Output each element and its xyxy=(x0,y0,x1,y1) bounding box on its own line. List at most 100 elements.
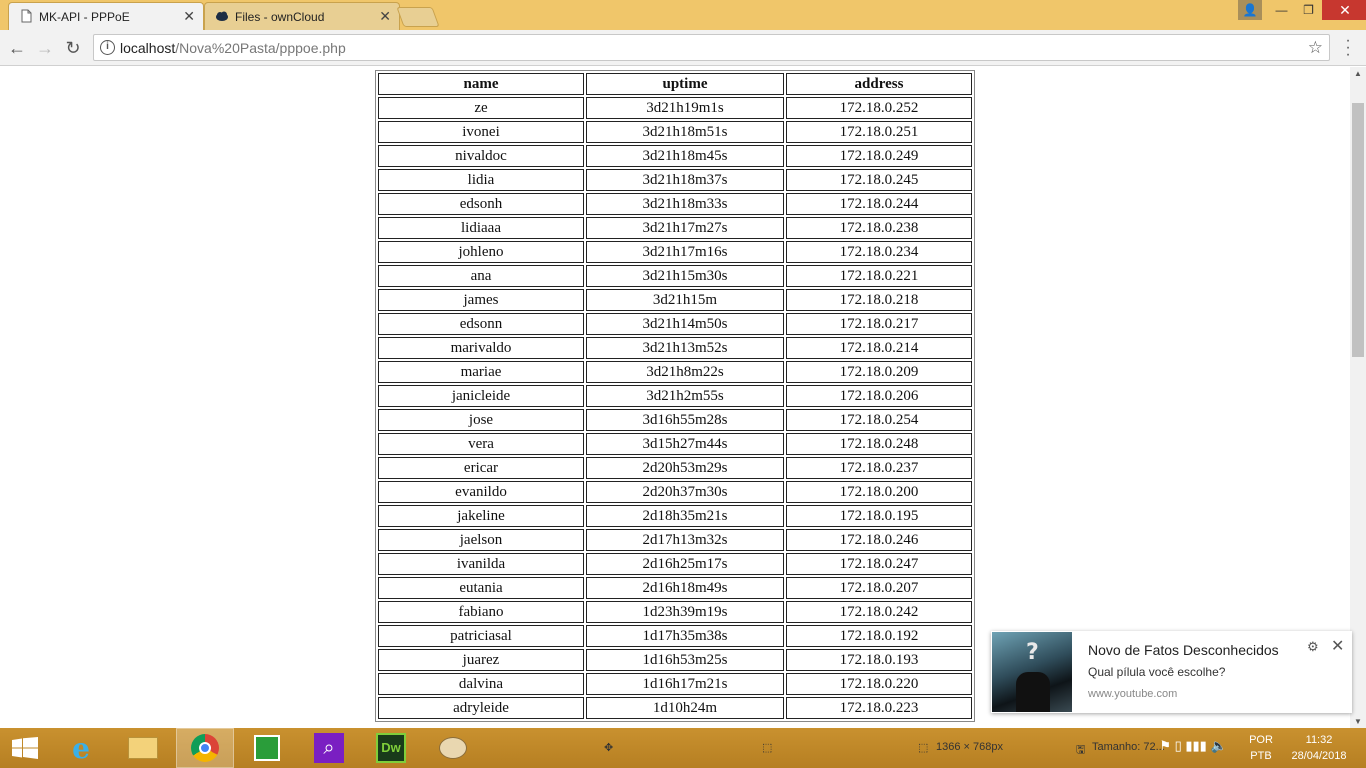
cell-name: eutania xyxy=(378,577,584,599)
cell-uptime: 1d10h24m xyxy=(586,697,784,719)
table-row: ana 3d21h15m30s 172.18.0.221 xyxy=(378,265,972,287)
table-row: edsonh 3d21h18m33s 172.18.0.244 xyxy=(378,193,972,215)
dreamweaver-icon[interactable]: Dw xyxy=(362,728,420,768)
cell-name: patriciasal xyxy=(378,625,584,647)
clock-time: 11:32 xyxy=(1305,734,1333,746)
cell-uptime: 2d16h18m49s xyxy=(586,577,784,599)
cell-name: adryleide xyxy=(378,697,584,719)
cell-address: 172.18.0.238 xyxy=(786,217,972,239)
table-row: juarez 1d16h53m25s 172.18.0.193 xyxy=(378,649,972,671)
tab-mk-api[interactable]: MK-API - PPPoE ✕ xyxy=(8,2,204,30)
cell-uptime: 2d16h25m17s xyxy=(586,553,784,575)
cell-uptime: 3d16h55m28s xyxy=(586,409,784,431)
column-header-uptime: uptime xyxy=(586,73,784,95)
cell-uptime: 3d21h18m33s xyxy=(586,193,784,215)
cell-uptime: 2d20h37m30s xyxy=(586,481,784,503)
scroll-down-icon[interactable]: ▼ xyxy=(1354,717,1362,726)
cell-address: 172.18.0.195 xyxy=(786,505,972,527)
table-row: ivanilda 2d16h25m17s 172.18.0.247 xyxy=(378,553,972,575)
cell-address: 172.18.0.214 xyxy=(786,337,972,359)
table-row: ericar 2d20h53m29s 172.18.0.237 xyxy=(378,457,972,479)
clock[interactable]: 11:32 28/04/2018 xyxy=(1284,728,1354,768)
close-icon[interactable]: ✕ xyxy=(1331,636,1344,656)
keyboard-text: PTB xyxy=(1250,750,1272,762)
scrollbar-thumb[interactable] xyxy=(1352,103,1364,357)
cell-name: ivanilda xyxy=(378,553,584,575)
url-text: localhost/Nova%20Pasta/pppoe.php xyxy=(120,40,346,56)
cell-address: 172.18.0.223 xyxy=(786,697,972,719)
screen-size-text: 1366 × 768px xyxy=(936,741,1003,753)
question-mark-icon: ? xyxy=(1026,640,1039,665)
column-header-name: name xyxy=(378,73,584,95)
cell-name: edsonh xyxy=(378,193,584,215)
column-header-address: address xyxy=(786,73,972,95)
cell-uptime: 3d21h17m27s xyxy=(586,217,784,239)
close-window-icon[interactable]: ✕ xyxy=(1322,0,1366,20)
table-row: ze 3d21h19m1s 172.18.0.252 xyxy=(378,97,972,119)
bookmark-star-icon[interactable]: ☆ xyxy=(1308,38,1323,58)
close-tab-icon[interactable]: ✕ xyxy=(379,8,391,25)
table-row: marivaldo 3d21h13m52s 172.18.0.214 xyxy=(378,337,972,359)
url-path: /Nova%20Pasta/pppoe.php xyxy=(175,40,346,56)
new-tab-button[interactable] xyxy=(396,7,440,27)
cell-name: jakeline xyxy=(378,505,584,527)
reload-icon[interactable]: ↻ xyxy=(62,37,84,59)
paint-icon[interactable] xyxy=(424,728,482,768)
language-indicator[interactable]: POR PTB xyxy=(1244,728,1278,768)
cell-name: janicleide xyxy=(378,385,584,407)
restore-icon[interactable]: ❐ xyxy=(1295,0,1322,20)
menu-icon[interactable]: · · · xyxy=(1342,33,1354,63)
store-icon[interactable] xyxy=(238,728,296,768)
table-row: johleno 3d21h17m16s 172.18.0.234 xyxy=(378,241,972,263)
scroll-up-icon[interactable]: ▲ xyxy=(1354,69,1362,78)
table-row: vera 3d15h27m44s 172.18.0.248 xyxy=(378,433,972,455)
notification-popup[interactable]: ? Novo de Fatos Desconhecidos Qual pílul… xyxy=(991,631,1352,713)
cell-address: 172.18.0.252 xyxy=(786,97,972,119)
cell-uptime: 3d21h15m xyxy=(586,289,784,311)
window-controls: 👤 — ❐ ✕ xyxy=(1238,0,1366,20)
address-bar[interactable]: i localhost/Nova%20Pasta/pppoe.php ☆ xyxy=(93,34,1330,61)
cell-address: 172.18.0.248 xyxy=(786,433,972,455)
cell-address: 172.18.0.244 xyxy=(786,193,972,215)
info-icon[interactable]: i xyxy=(100,40,115,55)
table-row: nivaldoc 3d21h18m45s 172.18.0.249 xyxy=(378,145,972,167)
cell-name: ana xyxy=(378,265,584,287)
cell-address: 172.18.0.220 xyxy=(786,673,972,695)
start-button[interactable] xyxy=(0,728,50,768)
cell-address: 172.18.0.192 xyxy=(786,625,972,647)
table-row: janicleide 3d21h2m55s 172.18.0.206 xyxy=(378,385,972,407)
cell-uptime: 3d21h15m30s xyxy=(586,265,784,287)
tab-owncloud[interactable]: Files - ownCloud ✕ xyxy=(204,2,400,30)
chrome-icon[interactable] xyxy=(176,728,234,768)
close-tab-icon[interactable]: ✕ xyxy=(183,8,195,25)
file-explorer-icon[interactable] xyxy=(114,728,172,768)
vertical-scrollbar[interactable]: ▲ ▼ xyxy=(1350,67,1366,728)
cell-uptime: 3d21h2m55s xyxy=(586,385,784,407)
gear-icon[interactable]: ⚙ xyxy=(1307,639,1319,655)
taskbar: e ⌕ Dw ✥ ⬚ ⬚ 1366 × 768px 🖫 Tamanho: 72.… xyxy=(0,728,1366,768)
back-arrow-icon[interactable]: ← xyxy=(6,37,28,59)
forward-arrow-icon[interactable]: → xyxy=(34,37,56,59)
tab-title: Files - ownCloud xyxy=(235,9,325,24)
page-icon xyxy=(21,9,32,23)
cloud-icon xyxy=(216,11,228,21)
user-profile-icon[interactable]: 👤 xyxy=(1238,0,1262,20)
cell-name: fabiano xyxy=(378,601,584,623)
cell-address: 172.18.0.209 xyxy=(786,361,972,383)
table-row: james 3d21h15m 172.18.0.218 xyxy=(378,289,972,311)
internet-explorer-icon[interactable]: e xyxy=(52,728,110,768)
notification-thumbnail: ? xyxy=(992,632,1072,712)
cell-address: 172.18.0.249 xyxy=(786,145,972,167)
minimize-icon[interactable]: — xyxy=(1268,0,1295,20)
search-app-icon[interactable]: ⌕ xyxy=(300,728,358,768)
cell-name: jose xyxy=(378,409,584,431)
windows-logo-icon xyxy=(12,737,38,759)
cell-name: lidiaaa xyxy=(378,217,584,239)
cell-uptime: 3d21h18m45s xyxy=(586,145,784,167)
cell-address: 172.18.0.221 xyxy=(786,265,972,287)
cell-name: vera xyxy=(378,433,584,455)
clock-date: 28/04/2018 xyxy=(1291,750,1347,762)
cell-address: 172.18.0.245 xyxy=(786,169,972,191)
tray-icons[interactable]: ⚑ ▯ ▮▮▮ 🔈 xyxy=(1148,728,1238,768)
cell-name: evanildo xyxy=(378,481,584,503)
